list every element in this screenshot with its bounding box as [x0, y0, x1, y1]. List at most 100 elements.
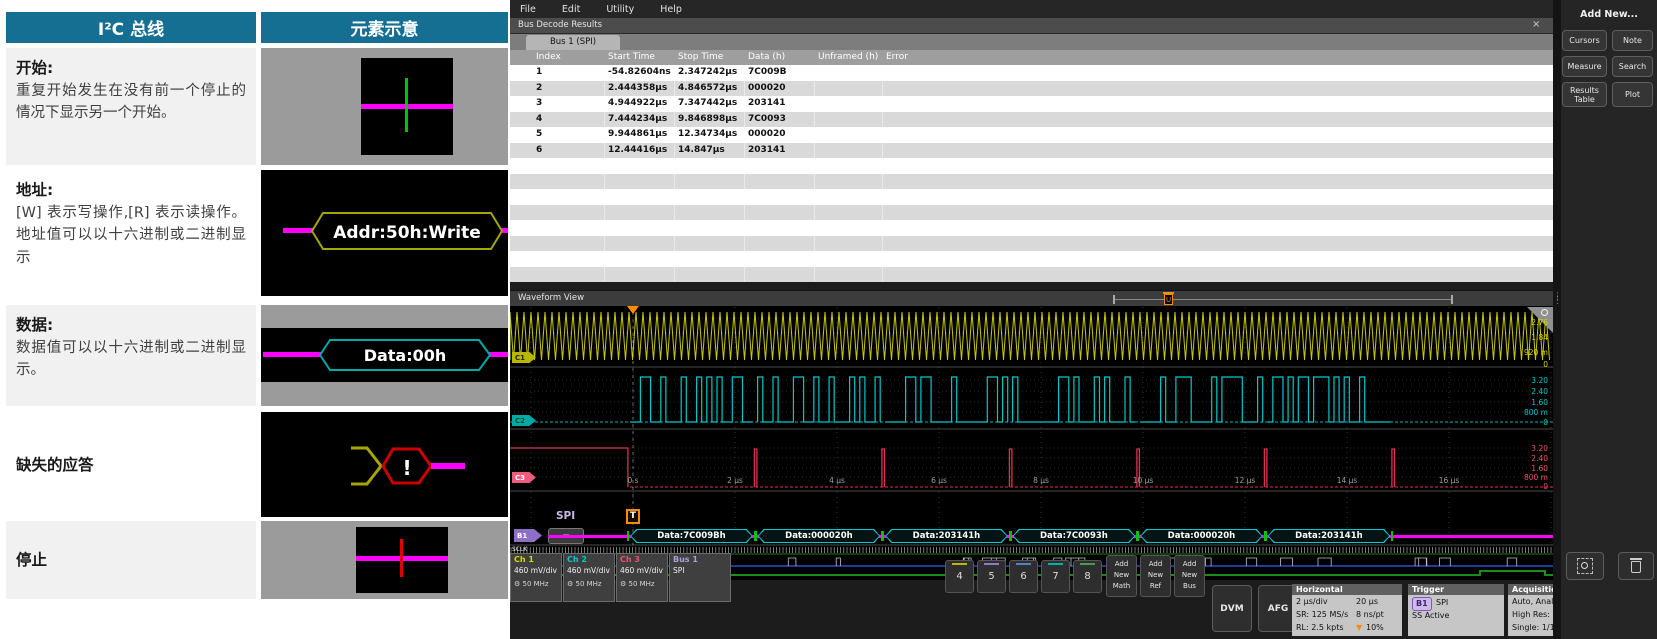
- trigger-position-icon[interactable]: [627, 306, 639, 314]
- add-note-button[interactable]: Note: [1612, 30, 1653, 51]
- trash-button[interactable]: [1618, 552, 1654, 580]
- decode-row[interactable]: 1-54.82604ns2.347242µs7C009B: [510, 65, 1553, 81]
- time-axis-label: 6 µs: [917, 476, 961, 485]
- channel-scale: SPI: [673, 567, 727, 575]
- panel-divider[interactable]: ⋮⋮: [1553, 0, 1561, 639]
- decode-close-icon[interactable]: ×: [1532, 19, 1540, 30]
- channel-badge-ch2[interactable]: Ch 2460 mV/div⚙ 50 MHz: [563, 553, 615, 602]
- add-results-table-button[interactable]: Results Table: [1562, 82, 1607, 107]
- bus-frame[interactable]: Data:000020h: [1140, 529, 1263, 543]
- scale-label: 2.40: [1508, 454, 1548, 463]
- decode-cell: 000020: [748, 83, 786, 93]
- decode-col-header[interactable]: Data (h): [748, 52, 785, 62]
- bus-frame[interactable]: Data:203141h: [885, 529, 1008, 543]
- decode-cell: 5: [536, 129, 542, 139]
- doc-row-stop: 停止: [6, 521, 256, 599]
- divider-grip-icon[interactable]: ⋮⋮: [1553, 295, 1561, 303]
- time-axis-label: 10 µs: [1121, 476, 1165, 485]
- decode-col-header[interactable]: Index: [536, 52, 561, 62]
- decode-col-header[interactable]: Start Time: [608, 52, 655, 62]
- zoom-box-button[interactable]: [1566, 552, 1604, 580]
- add-new-label-line: Ref: [1141, 581, 1170, 592]
- add-search-button[interactable]: Search: [1612, 56, 1653, 77]
- menu-edit[interactable]: Edit: [562, 2, 580, 17]
- decode-tab-bus1[interactable]: Bus 1 (SPI): [526, 35, 620, 50]
- channel-7-button[interactable]: 7: [1041, 560, 1070, 593]
- decode-row[interactable]: 612.44416µs14.847µs203141: [510, 143, 1553, 159]
- bus-frame-label: Data:000020h: [759, 530, 880, 542]
- add-cursors-button[interactable]: Cursors: [1562, 30, 1607, 51]
- decode-cell: 1: [536, 67, 542, 77]
- channel-5-button[interactable]: 5: [977, 560, 1006, 593]
- channel-8-button[interactable]: 8: [1073, 560, 1102, 593]
- time-axis-label: 16 µs: [1427, 476, 1471, 485]
- channel-color-bar: [984, 563, 999, 565]
- doc-title-address: 地址:: [16, 178, 246, 200]
- channel-badge-bus1[interactable]: Bus 1SPI: [669, 553, 731, 602]
- add-measure-button[interactable]: Measure: [1562, 56, 1607, 77]
- horizontal-panel[interactable]: Horizontal 2 µs/div 20 µs SR: 125 MS/s 8…: [1292, 584, 1402, 637]
- data-symbol-graphic: Data:00h: [261, 305, 508, 406]
- channel-badge-ch1[interactable]: Ch 1460 mV/div⚙ 50 MHz: [510, 553, 562, 602]
- bus-frame[interactable]: Data:7C0093h: [1013, 529, 1136, 543]
- decode-title: Bus Decode Results: [518, 20, 602, 30]
- bus-frame[interactable]: Data:000020h: [758, 529, 881, 543]
- decode-col-header[interactable]: Unframed (h): [818, 52, 878, 62]
- channel-6-button[interactable]: 6: [1009, 560, 1038, 593]
- decode-cell: 12.44416µs: [608, 145, 667, 155]
- scale-label: 0: [1508, 360, 1548, 369]
- add-plot-button[interactable]: Plot: [1612, 82, 1653, 107]
- channel-color-bar: [952, 563, 967, 565]
- dvm-button[interactable]: DVM: [1212, 585, 1252, 632]
- decode-row[interactable]: 22.444358µs4.846572µs000020: [510, 81, 1553, 97]
- decode-cell: 203141: [748, 98, 786, 108]
- menu-help[interactable]: Help: [660, 2, 682, 17]
- menu-bar: File Edit Utility Help: [510, 0, 1553, 18]
- bus-spi-label: SPI: [556, 510, 575, 522]
- doc-row-data: 数据: 数据值可以以十六进制或二进制显示。: [6, 305, 256, 406]
- channel-scale: 460 mV/div: [514, 567, 558, 575]
- channel-badge-ch3[interactable]: Ch 3460 mV/div⚙ 50 MHz: [616, 553, 668, 602]
- doc-body-start: 重复开始发生在没有前一个停止的情况下显示另一个开始。: [16, 80, 246, 125]
- decode-col-header[interactable]: Error: [886, 52, 908, 62]
- decode-cell: 12.34734µs: [678, 129, 737, 139]
- decode-col-header[interactable]: Stop Time: [678, 52, 723, 62]
- menu-utility[interactable]: Utility: [606, 2, 634, 17]
- add-new-ref-button[interactable]: AddNewRef: [1140, 555, 1171, 597]
- trigger-panel[interactable]: Trigger B1 SPI SS Active: [1408, 584, 1504, 637]
- bus-frame[interactable]: Data:7C009Bh: [630, 529, 753, 543]
- frame-boundary-tick: [882, 531, 884, 541]
- add-new-math-button[interactable]: AddNewMath: [1106, 555, 1137, 597]
- decode-cell: 7C009B: [748, 67, 787, 77]
- frame-boundary-tick: [1010, 531, 1012, 541]
- decode-row: [510, 205, 1553, 221]
- horizontal-scale: 2 µs/div: [1296, 596, 1328, 608]
- decode-row[interactable]: 47.444234µs9.846898µs7C0093: [510, 112, 1553, 128]
- missing-ack-shapes: !: [341, 445, 471, 487]
- add-new-label-line: Bus: [1175, 581, 1204, 592]
- pan-zoom-right-end: [1451, 295, 1453, 304]
- scale-label: 920 m: [1508, 348, 1548, 357]
- decode-row: [510, 251, 1553, 267]
- scale-label: 1.60: [1508, 398, 1548, 407]
- decode-cell: 4.846572µs: [678, 83, 737, 93]
- add-new-bus-button[interactable]: AddNewBus: [1174, 555, 1205, 597]
- decode-row: [510, 267, 1553, 283]
- decode-row[interactable]: 34.944922µs7.347442µs203141: [510, 96, 1553, 112]
- pan-zoom-trigger-marker[interactable]: U: [1164, 294, 1173, 305]
- decode-cell: 9.944861µs: [608, 129, 667, 139]
- add-new-label-line: New: [1141, 570, 1170, 581]
- waveform-titlebar: Waveform View U: [510, 290, 1553, 306]
- decode-row[interactable]: 59.944861µs12.34734µs000020: [510, 127, 1553, 143]
- channel-4-button[interactable]: 4: [945, 560, 974, 593]
- menu-file[interactable]: File: [520, 2, 536, 17]
- scale-label: 3.20: [1508, 376, 1548, 385]
- stop-symbol-graphic: [261, 521, 508, 599]
- bus-frame[interactable]: Data:203141h: [1268, 529, 1391, 543]
- trigger-source-badge: B1: [1412, 597, 1432, 611]
- add-new-label-line: New: [1107, 570, 1136, 581]
- trigger-t-marker[interactable]: T: [626, 509, 640, 524]
- channel-color-bar: [1080, 563, 1095, 565]
- decode-cell: 4.944922µs: [608, 98, 667, 108]
- frame-boundary-tick: [1137, 531, 1139, 541]
